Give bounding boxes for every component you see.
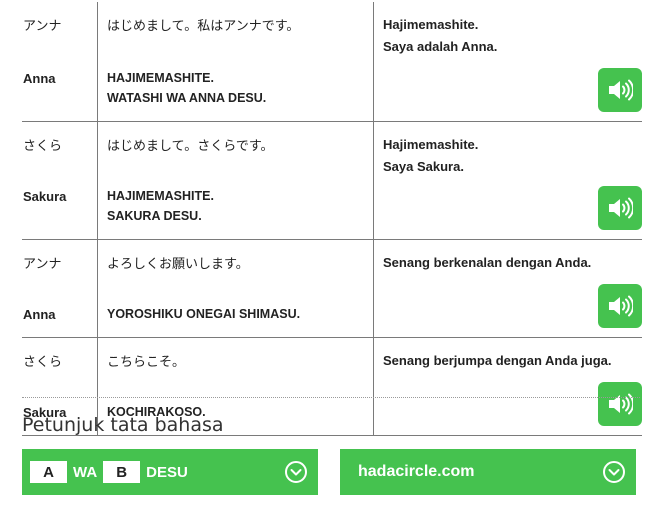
translation-line: Saya adalah Anna.: [383, 39, 498, 54]
play-audio-button[interactable]: [598, 382, 642, 426]
speaker-name-japanese: アンナ: [23, 256, 62, 271]
speaker-cell: アンナ Anna: [22, 2, 98, 122]
grammar-section-title: Petunjuk tata bahasa: [22, 414, 224, 436]
romaji-line: YOROSHIKU ONEGAI SHIMASU.: [107, 307, 301, 321]
japanese-cell: はじめまして。私はアンナです。 HAJIMEMASHITE. WATASHI W…: [97, 2, 374, 122]
romaji-line: SAKURA DESU.: [107, 209, 202, 223]
japanese-cell: よろしくお願いします。 YOROSHIKU ONEGAI SHIMASU.: [97, 239, 374, 338]
speaker-cell: さくら Sakura: [22, 121, 98, 240]
play-audio-button[interactable]: [598, 186, 642, 230]
indonesian-translation: Hajimemashite. Saya Sakura.: [383, 134, 642, 178]
chevron-circle-down-icon: [285, 461, 307, 483]
indonesian-translation: Hajimemashite. Saya adalah Anna.: [383, 14, 642, 58]
romaji-sentence: HAJIMEMASHITE. WATASHI WA ANNA DESU.: [107, 68, 266, 108]
play-audio-button[interactable]: [598, 284, 642, 328]
dialog-row: アンナ Anna よろしくお願いします。 YOROSHIKU ONEGAI SH…: [22, 239, 642, 338]
speaker-volume-icon: [609, 197, 633, 219]
translation-line: Hajimemashite.: [383, 137, 479, 152]
romaji-sentence: YOROSHIKU ONEGAI SHIMASU.: [107, 304, 300, 324]
speaker-name-japanese: さくら: [23, 138, 63, 153]
japanese-sentence: こちらこそ。: [107, 354, 186, 369]
translation-line: Saya Sakura.: [383, 159, 464, 174]
speaker-volume-icon: [609, 79, 633, 101]
indonesian-cell: Senang berjumpa dengan Anda juga.: [374, 338, 642, 436]
japanese-cell: はじめまして。さくらです。 HAJIMEMASHITE. SAKURA DESU…: [97, 121, 374, 240]
site-dropdown[interactable]: hadacircle.com: [340, 449, 636, 495]
translation-line: Senang berjumpa dengan Anda juga.: [383, 353, 612, 368]
speaker-volume-icon: [609, 295, 633, 317]
japanese-sentence: はじめまして。私はアンナです。: [107, 18, 300, 33]
speaker-cell: アンナ Anna: [22, 239, 98, 338]
pattern-word-desu: DESU: [146, 463, 188, 481]
speaker-name-romaji: Sakura: [23, 189, 67, 204]
indonesian-cell: Hajimemashite. Saya Sakura.: [374, 122, 642, 240]
speaker-name-japanese: さくら: [23, 354, 63, 369]
pattern-box-b: B: [103, 461, 141, 483]
japanese-sentence: はじめまして。さくらです。: [107, 138, 274, 153]
speaker-name-japanese: アンナ: [23, 18, 62, 33]
grammar-pattern-dropdown[interactable]: A WA B DESU: [22, 449, 318, 495]
translation-line: Senang berkenalan dengan Anda.: [383, 255, 592, 270]
dialog-table: アンナ Anna はじめまして。私はアンナです。 HAJIMEMASHITE. …: [22, 2, 642, 436]
speaker-name-romaji: Anna: [23, 307, 56, 322]
japanese-sentence: よろしくお願いします。: [107, 256, 249, 271]
site-label: hadacircle.com: [358, 463, 475, 480]
play-audio-button[interactable]: [598, 68, 642, 112]
romaji-line: HAJIMEMASHITE.: [107, 71, 214, 85]
pattern-box-a: A: [30, 461, 67, 483]
romaji-line: HAJIMEMASHITE.: [107, 189, 214, 203]
romaji-sentence: HAJIMEMASHITE. SAKURA DESU.: [107, 186, 214, 226]
indonesian-translation: Senang berkenalan dengan Anda.: [383, 252, 642, 274]
speaker-name-romaji: Anna: [23, 71, 56, 86]
dialog-row: さくら Sakura はじめまして。さくらです。 HAJIMEMASHITE. …: [22, 121, 642, 240]
indonesian-cell: Hajimemashite. Saya adalah Anna.: [374, 2, 642, 122]
translation-line: Hajimemashite.: [383, 17, 479, 32]
section-divider: [22, 397, 640, 398]
indonesian-translation: Senang berjumpa dengan Anda juga.: [383, 350, 642, 372]
dialog-row: アンナ Anna はじめまして。私はアンナです。 HAJIMEMASHITE. …: [22, 2, 642, 122]
indonesian-cell: Senang berkenalan dengan Anda.: [374, 240, 642, 338]
chevron-circle-down-icon: [603, 461, 625, 483]
pattern-word-wa: WA: [73, 463, 98, 481]
romaji-line: WATASHI WA ANNA DESU.: [107, 91, 267, 105]
